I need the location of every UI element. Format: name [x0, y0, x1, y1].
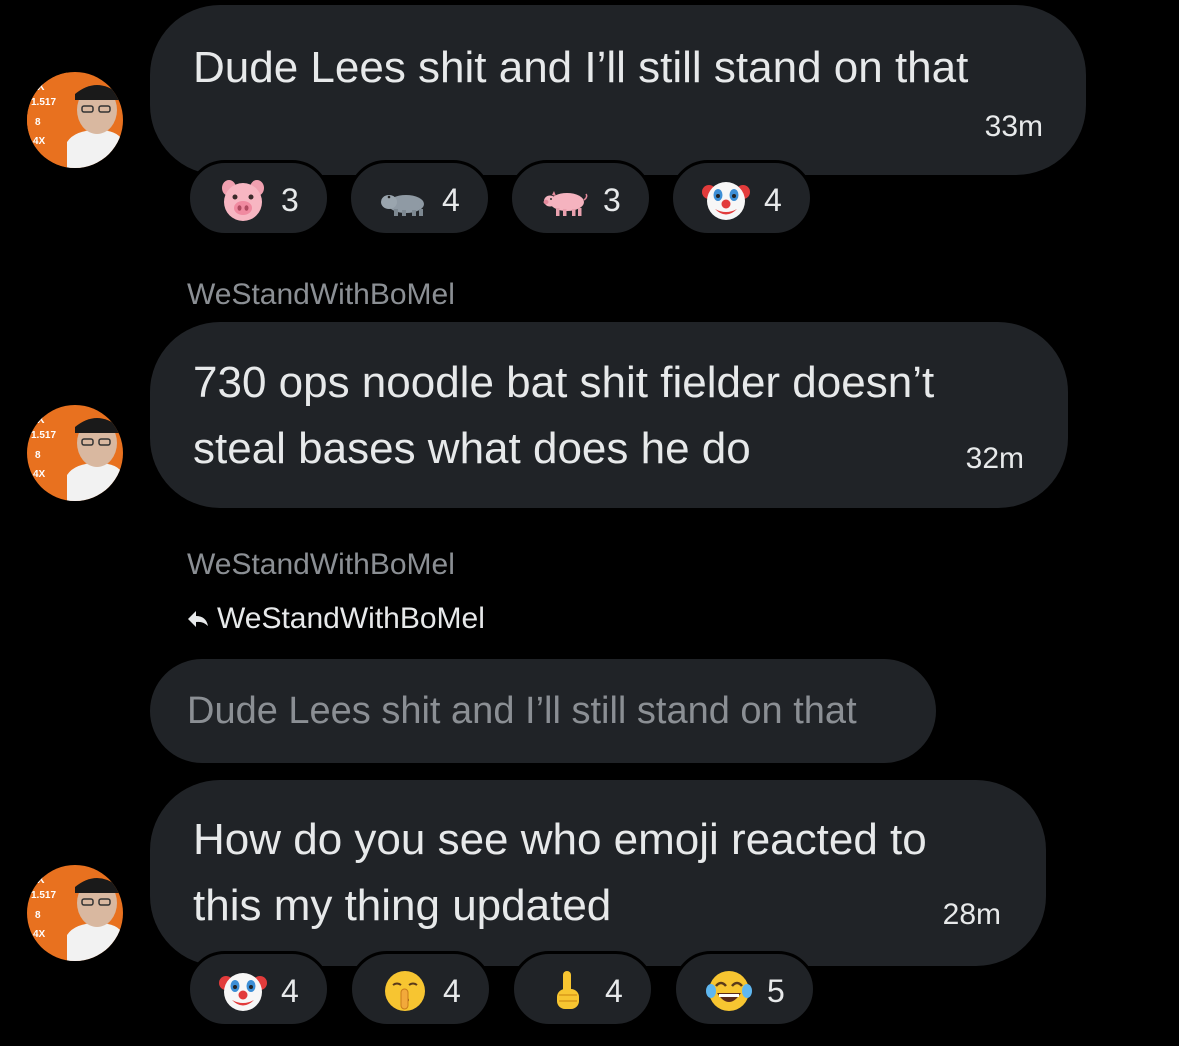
reply-reference[interactable]: WeStandWithBoMel	[187, 601, 485, 637]
avatar[interactable]: 4X 1.517 8 4X	[27, 405, 123, 501]
message-text-line: this my thing updated	[193, 881, 612, 930]
tears-of-joy-icon	[706, 971, 752, 1011]
clown-face-icon	[702, 182, 750, 220]
reaction-count: 4	[605, 973, 623, 1009]
message-bubble[interactable]: Dude Lees shit and I’ll still stand on t…	[150, 5, 1086, 175]
message-timestamp: 33m	[984, 110, 1043, 143]
reaction-tears-of-joy[interactable]: 5	[673, 951, 816, 1027]
message-timestamp: 32m	[965, 442, 1024, 475]
pig-face-icon	[222, 180, 264, 221]
reaction-shushing-face[interactable]: 4	[349, 951, 492, 1027]
avatar-badge-top: 4X	[31, 874, 45, 886]
reaction-count: 3	[281, 182, 299, 218]
reaction-count: 5	[767, 973, 785, 1009]
avatar-badge-mid: 1.517	[31, 430, 56, 441]
avatar-badge-num: 8	[35, 117, 41, 128]
quoted-message-text: Dude Lees shit and I’ll still stand on t…	[187, 690, 857, 732]
avatar[interactable]: 4X 1.517 8 4X	[27, 865, 123, 961]
message-bubble[interactable]: 730 ops noodle bat shit fielder doesn’t …	[150, 322, 1068, 508]
middle-finger-icon	[557, 971, 579, 1009]
avatar-badge-bottom: 4X	[33, 136, 46, 147]
hippopotamus-icon	[381, 195, 424, 216]
reaction-count: 4	[442, 182, 460, 218]
reply-reference-name: WeStandWithBoMel	[217, 602, 485, 635]
reaction-clown-face[interactable]: 4	[187, 951, 330, 1027]
clown-face-icon	[219, 973, 267, 1011]
reaction-count: 4	[764, 182, 782, 218]
avatar-badge-num: 8	[35, 450, 41, 461]
reaction-count: 4	[443, 973, 461, 1009]
avatar-badge-mid: 1.517	[31, 97, 56, 108]
message-bubble[interactable]: How do you see who emoji reacted to this…	[150, 780, 1046, 966]
avatar-badge-num: 8	[35, 910, 41, 921]
avatar[interactable]: 4X 1.517 8 4X	[27, 72, 123, 168]
message-text-line: 730 ops noodle bat shit fielder doesn’t	[193, 358, 935, 407]
reaction-pig-face[interactable]: 3	[187, 160, 330, 236]
message-timestamp: 28m	[942, 898, 1001, 931]
reaction-count: 3	[603, 182, 621, 218]
reaction-pig[interactable]: 3	[509, 160, 652, 236]
reply-arrow-icon	[188, 611, 208, 627]
pig-icon	[543, 191, 588, 216]
avatar-badge-bottom: 4X	[33, 469, 46, 480]
shushing-face-icon	[385, 971, 425, 1011]
reaction-clown-face[interactable]: 4	[670, 160, 813, 236]
quoted-message[interactable]: Dude Lees shit and I’ll still stand on t…	[150, 659, 936, 763]
avatar-badge-top: 4X	[31, 414, 45, 426]
message-text-line: How do you see who emoji reacted to	[193, 815, 927, 864]
sender-name: WeStandWithBoMel	[187, 278, 455, 311]
reaction-count: 4	[281, 973, 299, 1009]
message-text-line: steal bases what does he do	[193, 424, 751, 473]
avatar-badge-top: 4X	[31, 81, 45, 93]
avatar-badge-bottom: 4X	[33, 929, 46, 940]
reaction-hippopotamus[interactable]: 4	[348, 160, 491, 236]
message-text: Dude Lees shit and I’ll still stand on t…	[193, 43, 969, 92]
avatar-badge-mid: 1.517	[31, 890, 56, 901]
reaction-middle-finger[interactable]: 4	[511, 951, 654, 1027]
sender-name: WeStandWithBoMel	[187, 548, 455, 581]
